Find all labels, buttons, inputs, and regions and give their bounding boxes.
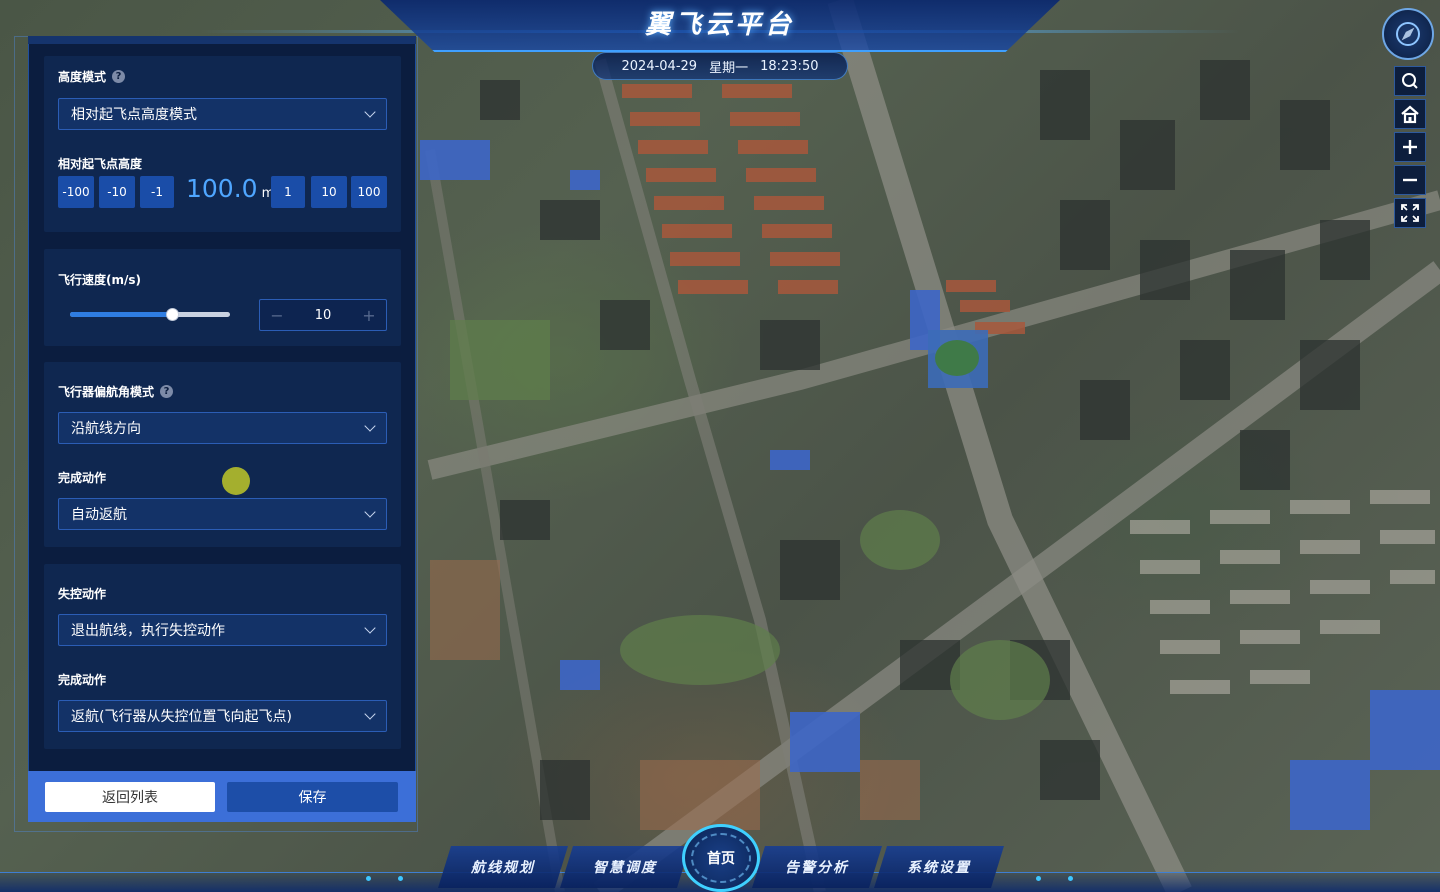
mouse-cursor-indicator	[222, 467, 250, 495]
compass-icon[interactable]	[1382, 8, 1434, 60]
chevron-down-icon	[364, 622, 376, 634]
info-icon[interactable]: ?	[160, 385, 174, 398]
lost-control-select[interactable]: 退出航线，执行失控动作	[58, 614, 387, 646]
decor-dot	[1068, 876, 1073, 881]
height-minus-10-button[interactable]: -10	[99, 176, 135, 208]
nav-system-settings[interactable]: 系统设置	[874, 846, 1004, 888]
speed-slider[interactable]	[70, 308, 230, 321]
nav-home[interactable]: 首页	[682, 824, 760, 892]
height-plus-10-button[interactable]: 10	[311, 176, 347, 208]
chevron-down-icon	[364, 420, 376, 432]
chevron-down-icon	[364, 106, 376, 118]
chevron-down-icon	[364, 506, 376, 518]
speed-decrement-button[interactable]: −	[270, 306, 284, 325]
search-icon[interactable]	[1394, 66, 1426, 96]
height-value: 100.0	[186, 174, 258, 203]
save-button[interactable]: 保存	[227, 782, 398, 812]
speed-value[interactable]: 10	[315, 308, 332, 323]
altitude-mode-label: 高度模式 ?	[58, 68, 126, 85]
lost-control-label: 失控动作	[58, 587, 107, 601]
height-minus-100-button[interactable]: -100	[58, 176, 94, 208]
nav-alarm-analysis[interactable]: 告警分析	[752, 846, 882, 888]
info-icon[interactable]: ?	[112, 70, 126, 83]
lost-finish-action-select[interactable]: 返航(飞行器从失控位置飞向起飞点)	[58, 700, 387, 732]
home-icon[interactable]	[1394, 99, 1426, 129]
fullscreen-icon[interactable]	[1394, 198, 1426, 228]
speed-label: 飞行速度(m/s)	[58, 273, 141, 287]
height-value-display: 100.0 m	[186, 174, 274, 210]
decor-dot	[1036, 876, 1041, 881]
home-label: 首页	[707, 851, 735, 867]
zoom-in-icon[interactable]	[1394, 132, 1426, 162]
height-plus-1-button[interactable]: 1	[271, 176, 305, 208]
finish-action-label: 完成动作	[58, 471, 107, 485]
relative-height-label: 相对起飞点高度	[58, 157, 143, 171]
speed-slider-fill	[70, 312, 173, 317]
speed-card	[44, 249, 401, 346]
nav-route-planning[interactable]: 航线规划	[438, 846, 568, 888]
decor-dot	[366, 876, 371, 881]
lost-finish-action-label: 完成动作	[58, 673, 107, 687]
speed-increment-button[interactable]: +	[362, 306, 376, 325]
chevron-down-icon	[364, 708, 376, 720]
zoom-out-icon[interactable]	[1394, 165, 1426, 195]
height-plus-100-button[interactable]: 100	[351, 176, 387, 208]
finish-action-select[interactable]: 自动返航	[58, 498, 387, 530]
height-minus-1-button[interactable]: -1	[140, 176, 174, 208]
back-to-list-button[interactable]: 返回列表	[45, 782, 215, 812]
yaw-mode-label: 飞行器偏航角模式 ?	[58, 383, 174, 400]
nav-smart-dispatch[interactable]: 智慧调度	[560, 846, 690, 888]
speed-stepper[interactable]: − 10 +	[259, 299, 387, 331]
yaw-mode-select[interactable]: 沿航线方向	[58, 412, 387, 444]
altitude-mode-select[interactable]: 相对起飞点高度模式	[58, 98, 387, 130]
decor-dot	[398, 876, 403, 881]
panel-top-strip	[28, 36, 416, 44]
